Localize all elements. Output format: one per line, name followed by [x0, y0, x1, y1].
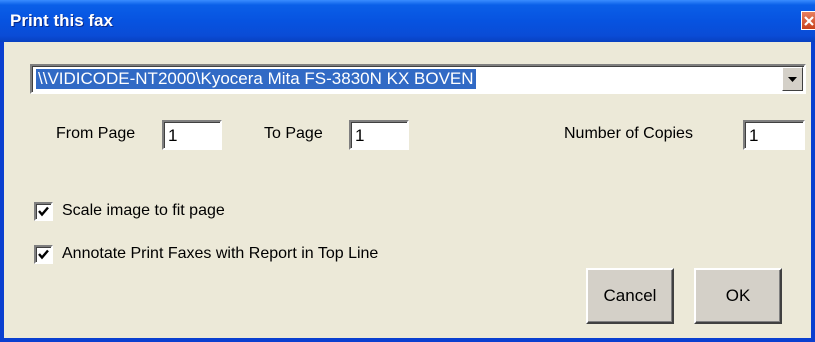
printer-select[interactable]: \\VIDICODE-NT2000\Kyocera Mita FS-3830N …	[30, 64, 806, 94]
checkmark-icon	[38, 249, 49, 260]
scale-image-label[interactable]: Scale image to fit page	[62, 202, 225, 220]
window-title: Print this fax	[10, 11, 113, 30]
chevron-down-icon	[788, 77, 797, 82]
annotate-checkbox[interactable]	[34, 245, 53, 264]
to-page-label: To Page	[264, 125, 323, 142]
ok-button[interactable]: OK	[694, 268, 782, 324]
title-bar[interactable]: Print this fax	[0, 0, 815, 42]
checkmark-icon	[38, 206, 49, 217]
close-icon	[804, 16, 814, 26]
from-page-input[interactable]: 1	[162, 120, 222, 150]
to-page-input[interactable]: 1	[349, 120, 409, 150]
copies-label: Number of Copies	[564, 125, 693, 142]
from-page-label: From Page	[56, 125, 136, 142]
scale-image-checkbox[interactable]	[34, 202, 53, 221]
close-button[interactable]	[801, 11, 815, 30]
copies-input[interactable]: 1	[743, 120, 805, 150]
annotate-label[interactable]: Annotate Print Faxes with Report in Top …	[62, 245, 378, 263]
printer-select-value: \\VIDICODE-NT2000\Kyocera Mita FS-3830N …	[36, 69, 476, 89]
print-fax-dialog: Print this fax \\VIDICODE-NT2000\Kyocera…	[0, 0, 815, 342]
cancel-button[interactable]: Cancel	[586, 268, 674, 324]
printer-dropdown-button[interactable]	[782, 67, 803, 91]
